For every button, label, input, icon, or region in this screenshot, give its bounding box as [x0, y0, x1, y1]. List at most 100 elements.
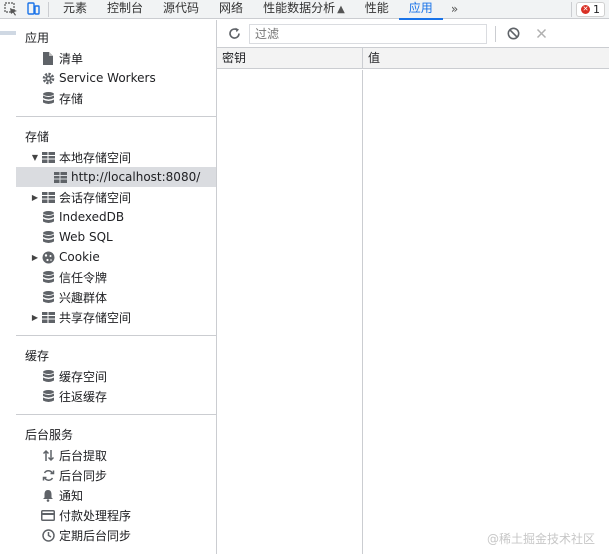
watermark: @稀土掘金技术社区 — [486, 532, 595, 546]
flask-icon: ▲ — [337, 3, 345, 15]
sidebar-item-websql[interactable]: Web SQL — [16, 227, 216, 247]
credit-card-icon — [40, 508, 56, 522]
sidebar-section-application: 应用 清单 Service Workers 存储 — [16, 20, 216, 117]
grid-table-icon — [52, 170, 68, 184]
cookie-icon — [40, 250, 56, 264]
sidebar-item-payment-handler[interactable]: 付款处理程序 — [16, 505, 216, 525]
sidebar-item-label: 往返缓存 — [59, 389, 108, 404]
sidebar-item-label: 本地存储空间 — [59, 150, 132, 165]
database-icon — [40, 230, 56, 244]
sidebar-item-label: 共享存储空间 — [59, 310, 132, 325]
filter-input[interactable] — [249, 23, 487, 44]
section-title: 存储 — [25, 130, 50, 144]
error-counter-button[interactable]: ✕ 1 — [576, 1, 605, 17]
more-tabs-button[interactable]: » — [443, 2, 466, 16]
delete-selected-button[interactable] — [532, 25, 550, 43]
sidebar-section-storage: 存储 ▼ 本地存储空间 http://localhost:8080/ ▶ 会话存… — [16, 117, 216, 336]
collapsed-arrow-icon[interactable]: ▶ — [30, 313, 40, 322]
block-icon — [507, 27, 519, 40]
sidebar-item-label: http://localhost:8080/ — [71, 170, 201, 184]
tab-label: 源代码 — [163, 0, 200, 15]
device-toolbar-button[interactable] — [22, 0, 44, 19]
sidebar-item-indexeddb[interactable]: IndexedDB — [16, 207, 216, 227]
sidebar-item-cache-storage[interactable]: 缓存空间 — [16, 366, 216, 386]
sidebar-item-local-origin[interactable]: http://localhost:8080/ — [16, 167, 216, 187]
sidebar-item-bfcache[interactable]: 往返缓存 — [16, 386, 216, 406]
toolbar-divider — [48, 1, 49, 17]
cursor-select-icon — [4, 2, 17, 16]
collapsed-arrow-icon[interactable]: ▶ — [30, 253, 40, 262]
device-mobile-icon — [27, 2, 40, 15]
sidebar-item-service-workers[interactable]: Service Workers — [16, 68, 216, 88]
sidebar-item-local-storage[interactable]: ▼ 本地存储空间 — [16, 147, 216, 167]
storage-table-body[interactable] — [217, 70, 609, 554]
section-title: 后台服务 — [25, 428, 74, 442]
sidebar-section-cache: 缓存 缓存空间 往返缓存 — [16, 336, 216, 415]
inspect-element-button[interactable] — [0, 0, 22, 19]
sidebar-item-trust-tokens[interactable]: 信任令牌 — [16, 267, 216, 287]
file-icon — [40, 51, 56, 65]
left-edge-strip — [0, 20, 16, 554]
column-header-value[interactable]: 值 — [363, 48, 609, 68]
database-icon — [40, 91, 56, 105]
expanded-arrow-icon[interactable]: ▼ — [30, 153, 40, 162]
sidebar-item-periodic-sync[interactable]: 定期后台同步 — [16, 525, 216, 545]
database-icon — [40, 290, 56, 304]
sidebar-item-label: Cookie — [59, 250, 100, 264]
column-header-key[interactable]: 密钥 — [217, 48, 363, 68]
database-icon — [40, 270, 56, 284]
storage-toolbar — [217, 20, 609, 48]
error-icon: ✕ — [581, 4, 590, 14]
database-icon — [40, 210, 56, 224]
sidebar-item-label: 后台提取 — [59, 448, 108, 463]
sidebar-section-background-services: 后台服务 后台提取 后台同步 通知 付款处理程序 定期后台同步 — [16, 415, 216, 553]
refresh-button[interactable] — [225, 25, 243, 43]
tab-sources[interactable]: 源代码 — [153, 0, 209, 19]
sidebar-item-label: 付款处理程序 — [59, 508, 132, 523]
up-down-arrows-icon — [40, 448, 56, 462]
sidebar-item-label: 通知 — [59, 488, 84, 503]
tab-console[interactable]: 控制台 — [97, 0, 153, 19]
grid-table-icon — [40, 310, 56, 324]
clear-all-button[interactable] — [504, 25, 522, 43]
tab-label: 性能 — [364, 0, 389, 15]
clock-icon — [40, 528, 56, 542]
sidebar-item-label: 会话存储空间 — [59, 190, 132, 205]
tab-label: 性能数据分析 — [263, 0, 336, 15]
sidebar-item-label: 兴趣群体 — [59, 290, 108, 305]
sidebar-item-session-storage[interactable]: ▶ 会话存储空间 — [16, 187, 216, 207]
sidebar-item-label: 存储 — [59, 91, 84, 106]
close-icon — [536, 28, 546, 39]
sidebar-item-background-sync[interactable]: 后台同步 — [16, 465, 216, 485]
collapsed-arrow-icon[interactable]: ▶ — [30, 193, 40, 202]
bell-icon — [40, 488, 56, 502]
sidebar-item-label: 后台同步 — [59, 468, 108, 483]
tab-application[interactable]: 应用 — [398, 0, 443, 20]
sidebar-item-label: 信任令牌 — [59, 270, 108, 285]
devtools-tab-bar: 元素 控制台 源代码 网络 性能数据分析 ▲ 性能 应用 » ✕ 1 — [0, 0, 609, 20]
tab-performance-insights[interactable]: 性能数据分析 ▲ — [253, 0, 355, 19]
tab-label: 网络 — [219, 0, 244, 15]
database-icon — [40, 389, 56, 403]
tab-label: 应用 — [408, 0, 433, 15]
column-divider — [362, 70, 363, 554]
sidebar-item-cookies[interactable]: ▶ Cookie — [16, 247, 216, 267]
tab-network[interactable]: 网络 — [209, 0, 253, 19]
refresh-icon — [228, 27, 240, 39]
storage-main-panel: 密钥 值 @稀土掘金技术社区 — [217, 20, 609, 554]
tab-performance[interactable]: 性能 — [355, 0, 399, 19]
sidebar-item-label: 缓存空间 — [59, 369, 108, 384]
sidebar-item-interest-groups[interactable]: 兴趣群体 — [16, 287, 216, 307]
sidebar-item-storage-overview[interactable]: 存储 — [16, 88, 216, 108]
tab-elements[interactable]: 元素 — [53, 0, 97, 19]
sidebar-item-label: IndexedDB — [59, 210, 125, 224]
sidebar-item-shared-storage[interactable]: ▶ 共享存储空间 — [16, 307, 216, 327]
section-title: 缓存 — [25, 349, 50, 363]
sidebar-item-label: 清单 — [59, 51, 84, 66]
sidebar-item-label: Web SQL — [59, 230, 113, 244]
tab-label: 控制台 — [107, 0, 144, 15]
sidebar-item-manifest[interactable]: 清单 — [16, 48, 216, 68]
sync-icon — [40, 468, 56, 482]
sidebar-item-background-fetch[interactable]: 后台提取 — [16, 445, 216, 465]
sidebar-item-notifications[interactable]: 通知 — [16, 485, 216, 505]
